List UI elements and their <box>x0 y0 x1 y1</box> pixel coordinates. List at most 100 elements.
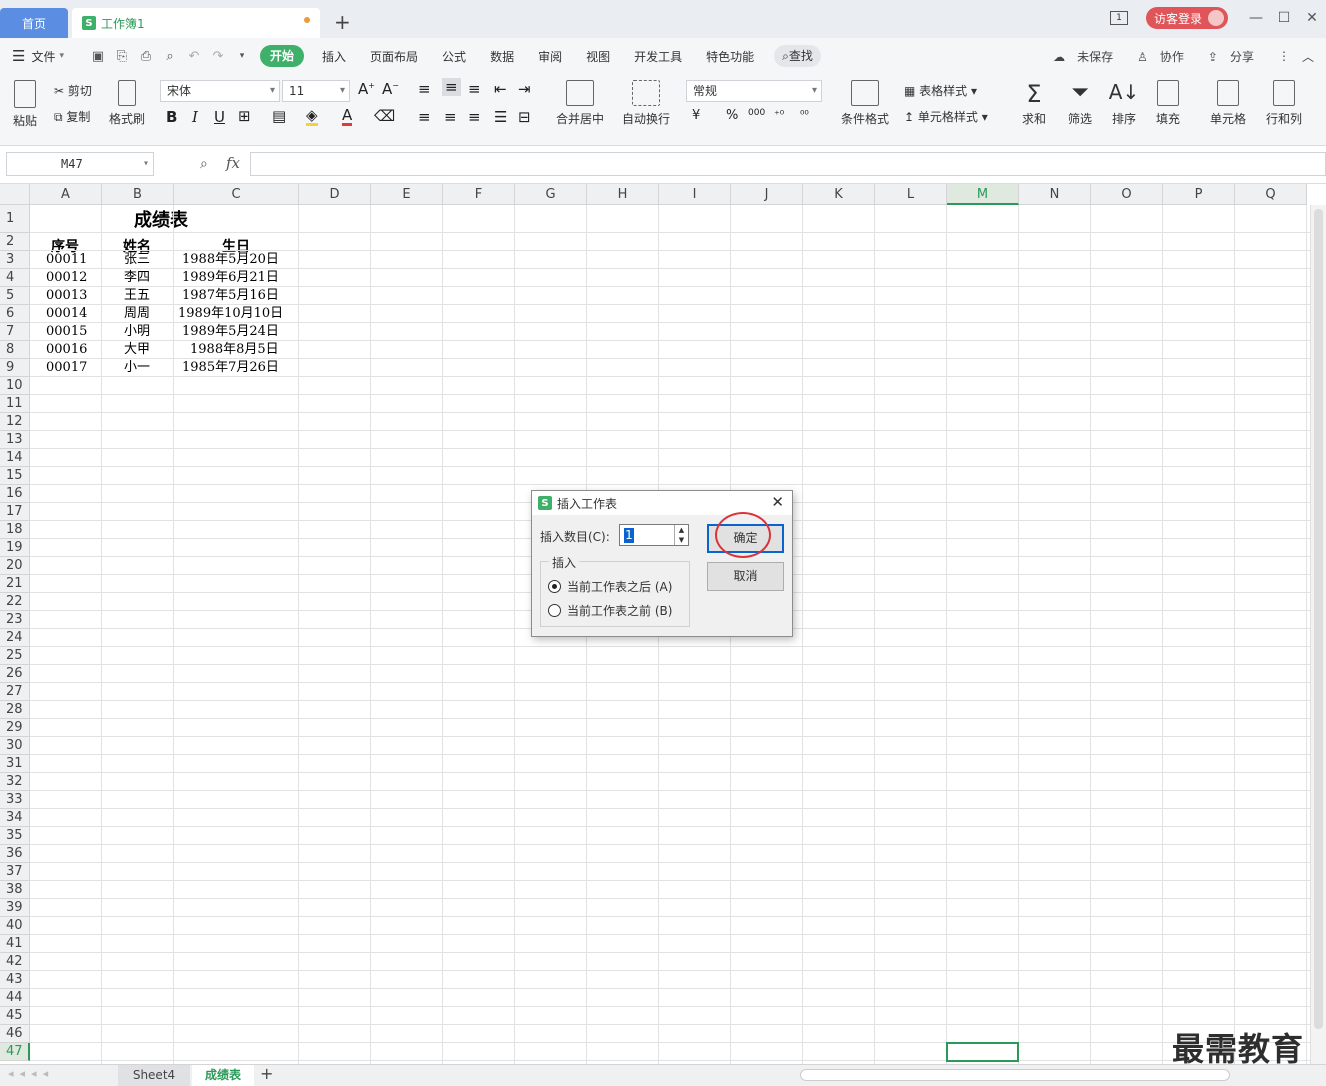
row-header-21[interactable]: 21 <box>0 575 30 593</box>
row-header-36[interactable]: 36 <box>0 845 30 863</box>
thousands-button[interactable]: 000 <box>748 108 765 118</box>
collapse-ribbon-icon[interactable]: ︿ <box>1302 48 1314 65</box>
print-preview-icon[interactable]: ⌕ <box>158 49 182 64</box>
row-header-42[interactable]: 42 <box>0 953 30 971</box>
cell-border-style-icon[interactable]: ▤ <box>272 107 286 125</box>
radio-before-current[interactable]: 当前工作表之前 (B) <box>548 602 672 619</box>
row-header-47[interactable]: 47 <box>0 1043 30 1061</box>
vertical-scroll-thumb[interactable] <box>1314 209 1323 1029</box>
maximize-icon[interactable]: ☐ <box>1270 10 1298 26</box>
save-icon[interactable]: ▣ <box>86 49 110 64</box>
cell-name[interactable]: 王五 <box>124 287 150 305</box>
cell-name[interactable]: 周周 <box>124 305 150 323</box>
column-header-o[interactable]: O <box>1091 184 1163 205</box>
cell-id[interactable]: 00017 <box>46 359 87 377</box>
row-header-8[interactable]: 8 <box>0 341 30 359</box>
insert-count-stepper[interactable]: 1 ▲ ▼ <box>619 524 689 546</box>
zoom-lookup-icon[interactable]: ⌕ <box>200 156 208 172</box>
login-button[interactable]: 访客登录 <box>1145 7 1228 29</box>
row-header-34[interactable]: 34 <box>0 809 30 827</box>
column-header-k[interactable]: K <box>803 184 875 205</box>
indent-increase-icon[interactable]: ⇥ <box>518 80 531 98</box>
column-header-l[interactable]: L <box>875 184 947 205</box>
cell-name[interactable]: 李四 <box>124 269 150 287</box>
cancel-button[interactable]: 取消 <box>707 562 784 591</box>
column-header-m[interactable]: M <box>947 184 1019 205</box>
customize-dropdown-icon[interactable]: ▾ <box>230 51 254 61</box>
cell-style-button[interactable]: ↥ 单元格样式 ▾ <box>904 108 988 125</box>
menu-page-layout[interactable]: 页面布局 <box>358 48 430 65</box>
decrease-font-icon[interactable]: A− <box>382 80 399 98</box>
row-header-5[interactable]: 5 <box>0 287 30 305</box>
conditional-format-button[interactable]: 条件格式 <box>836 80 894 127</box>
decrease-decimal-icon[interactable]: ⁰⁰ <box>800 108 809 121</box>
column-header-g[interactable]: G <box>515 184 587 205</box>
cell-birthday[interactable]: 1985年7月26日 <box>182 359 279 377</box>
formula-input[interactable] <box>250 152 1326 176</box>
row-header-2[interactable]: 2 <box>0 233 30 251</box>
cell-birthday[interactable]: 1989年10月10日 <box>178 305 283 323</box>
column-header-j[interactable]: J <box>731 184 803 205</box>
row-header-40[interactable]: 40 <box>0 917 30 935</box>
row-header-25[interactable]: 25 <box>0 647 30 665</box>
row-header-13[interactable]: 13 <box>0 431 30 449</box>
row-header-6[interactable]: 6 <box>0 305 30 323</box>
menu-home[interactable]: 开始 <box>260 45 305 67</box>
cell-button[interactable]: 单元格 <box>1202 80 1254 127</box>
distributed-icon[interactable]: ⊟ <box>518 108 531 126</box>
paste-button[interactable]: 粘贴 <box>8 80 42 129</box>
copy-button[interactable]: ⧉ 复制 <box>54 108 90 125</box>
row-header-7[interactable]: 7 <box>0 323 30 341</box>
vertical-scrollbar[interactable] <box>1310 205 1326 1064</box>
column-header-n[interactable]: N <box>1019 184 1091 205</box>
wrap-text-button[interactable]: 自动换行 <box>620 80 672 127</box>
cell-birthday[interactable]: 1987年5月16日 <box>182 287 279 305</box>
print-icon[interactable]: ⎙ <box>134 49 158 64</box>
sheet-tab-sheet4[interactable]: Sheet4 <box>118 1065 190 1086</box>
row-header-23[interactable]: 23 <box>0 611 30 629</box>
row-header-32[interactable]: 32 <box>0 773 30 791</box>
align-left-icon[interactable]: ≡ <box>418 108 431 126</box>
menu-developer[interactable]: 开发工具 <box>622 48 694 65</box>
sum-button[interactable]: Σ 求和 <box>1014 80 1054 127</box>
increase-font-icon[interactable]: A+ <box>358 80 375 98</box>
increase-decimal-icon[interactable]: ⁺⁰ <box>774 108 784 121</box>
row-header-1[interactable]: 1 <box>0 205 30 233</box>
fill-color-icon[interactable]: ◈ <box>306 107 318 126</box>
row-header-10[interactable]: 10 <box>0 377 30 395</box>
add-sheet-button[interactable]: + <box>260 1064 273 1083</box>
align-center-icon[interactable]: ≡ <box>444 108 457 126</box>
column-header-i[interactable]: I <box>659 184 731 205</box>
undo-icon[interactable]: ↶ <box>182 49 206 64</box>
italic-button[interactable]: I <box>192 108 198 126</box>
row-header-31[interactable]: 31 <box>0 755 30 773</box>
close-window-icon[interactable]: ✕ <box>1298 10 1326 26</box>
indent-decrease-icon[interactable]: ⇤ <box>494 80 507 98</box>
cell-name[interactable]: 小明 <box>124 323 150 341</box>
filter-button[interactable]: ⏷ 筛选 <box>1060 80 1100 127</box>
row-header-19[interactable]: 19 <box>0 539 30 557</box>
row-header-15[interactable]: 15 <box>0 467 30 485</box>
underline-button[interactable]: U <box>214 108 225 126</box>
menu-insert[interactable]: 插入 <box>310 48 358 65</box>
bold-button[interactable]: B <box>166 108 177 126</box>
justify-icon[interactable]: ☰ <box>494 108 507 126</box>
sheet-tab-scores[interactable]: 成绩表 <box>192 1065 254 1086</box>
column-header-e[interactable]: E <box>371 184 443 205</box>
cell-id[interactable]: 00013 <box>46 287 87 305</box>
select-all-corner[interactable] <box>0 184 30 205</box>
cell-name[interactable]: 张三 <box>124 251 150 269</box>
stepper-arrows-icon[interactable]: ▲ ▼ <box>674 525 688 545</box>
insert-count-value[interactable]: 1 <box>624 528 634 543</box>
row-header-30[interactable]: 30 <box>0 737 30 755</box>
menu-view[interactable]: 视图 <box>574 48 622 65</box>
row-header-41[interactable]: 41 <box>0 935 30 953</box>
column-header-a[interactable]: A <box>30 184 102 205</box>
row-header-44[interactable]: 44 <box>0 989 30 1007</box>
cell-id[interactable]: 00015 <box>46 323 87 341</box>
sort-button[interactable]: A↓ 排序 <box>1104 80 1144 127</box>
dialog-close-icon[interactable]: ✕ <box>771 493 784 511</box>
table-style-button[interactable]: ▦ 表格样式 ▾ <box>904 82 977 99</box>
row-header-4[interactable]: 4 <box>0 269 30 287</box>
row-header-27[interactable]: 27 <box>0 683 30 701</box>
